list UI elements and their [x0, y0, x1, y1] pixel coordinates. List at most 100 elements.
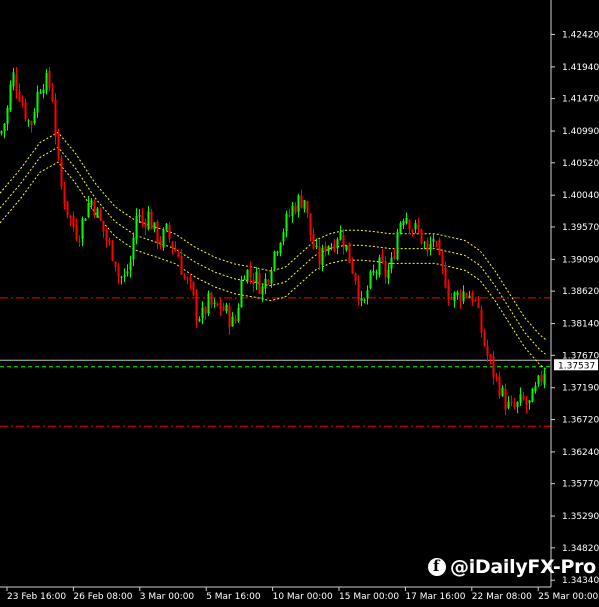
candle-body	[252, 279, 255, 285]
candle-body	[129, 262, 132, 271]
price-chart[interactable]: 1.42420 1.41940 1.41470 1.40990 1.40520 1.400…	[0, 0, 599, 607]
y-tick-label: 1.38620	[562, 287, 599, 297]
candle	[240, 275, 243, 308]
candle	[150, 208, 153, 230]
y-tick-label: 1.39090	[562, 255, 599, 265]
y-tick-label: 1.40520	[562, 159, 599, 169]
candle-body	[345, 245, 348, 251]
x-tick-label: 10 Mar 00:00	[273, 592, 333, 602]
candle-body	[48, 70, 51, 88]
y-tick-label: 1.42420	[562, 30, 599, 40]
candle-body	[261, 286, 264, 295]
candle-body	[174, 248, 177, 252]
candle-body	[81, 218, 84, 240]
y-tick-label: 1.40040	[562, 191, 599, 201]
facebook-icon	[428, 557, 446, 576]
x-tick-label: 5 Mar 16:00	[206, 592, 261, 602]
candle-body	[150, 211, 153, 230]
candle-body	[126, 271, 129, 274]
candle-body	[141, 215, 144, 222]
candle-body	[21, 100, 24, 105]
y-tick-label: 1.37190	[562, 384, 599, 394]
candle-body	[492, 356, 495, 377]
candle-body	[60, 158, 63, 187]
candle-body	[294, 205, 297, 213]
candle-body	[525, 399, 528, 406]
candle-body	[15, 74, 18, 91]
candle-body	[153, 222, 156, 230]
candle	[348, 242, 351, 264]
candle-body	[393, 255, 396, 259]
candle-body	[522, 395, 525, 400]
y-tick-label: 1.38140	[562, 320, 599, 330]
candle-body	[249, 268, 252, 277]
candle-body	[33, 112, 36, 123]
candle-body	[285, 213, 288, 232]
candle-body	[504, 388, 507, 410]
candle-body	[165, 223, 168, 230]
candle-body	[510, 401, 513, 403]
candle	[438, 237, 441, 256]
candle-body	[489, 354, 492, 359]
candle	[396, 228, 399, 261]
candle-body	[507, 401, 510, 409]
candle-body	[108, 239, 111, 243]
candle-body	[372, 270, 375, 273]
candle-body	[360, 298, 363, 301]
candle-body	[441, 256, 444, 267]
candle-body	[321, 247, 324, 265]
candle-body	[342, 234, 345, 248]
candle	[207, 290, 210, 317]
candle-body	[333, 244, 336, 251]
candle-body	[162, 230, 165, 248]
candle	[93, 199, 96, 219]
candle-body	[537, 375, 540, 385]
candle-body	[378, 257, 381, 275]
candle-body	[168, 225, 171, 239]
candle-body	[438, 239, 441, 255]
candle-body	[273, 251, 276, 269]
candle	[192, 281, 195, 297]
candle-body	[177, 252, 180, 258]
candle	[96, 207, 99, 218]
candle-body	[96, 208, 99, 218]
candle-body	[465, 293, 468, 297]
candle-body	[474, 300, 477, 302]
x-tick-label: 3 Mar 00:00	[140, 592, 195, 602]
candle-body	[156, 221, 159, 244]
candle-body	[477, 302, 480, 308]
candle-body	[132, 237, 135, 260]
candle-body	[315, 245, 318, 248]
candle-body	[246, 269, 249, 282]
candle-body	[519, 394, 522, 403]
candle	[378, 254, 381, 278]
candle-body	[381, 254, 384, 263]
y-tick-label: 1.36240	[562, 448, 599, 458]
candle-body	[120, 276, 123, 278]
candle-body	[471, 293, 474, 303]
candle-body	[351, 262, 354, 274]
candle-body	[231, 316, 234, 327]
candle-body	[147, 211, 150, 230]
candle-body	[501, 387, 504, 396]
candle-body	[480, 309, 483, 333]
candle	[531, 387, 534, 403]
candle-body	[417, 225, 420, 230]
candle-body	[384, 261, 387, 278]
candle-body	[429, 243, 432, 250]
candle-body	[423, 242, 426, 244]
y-tick-label: 1.35290	[562, 512, 599, 522]
candle-body	[459, 292, 462, 302]
candle-body	[159, 240, 162, 246]
candle-body	[327, 246, 330, 252]
y-tick-label: 1.34820	[562, 544, 599, 554]
candle-body	[210, 292, 213, 305]
candle-body	[9, 84, 12, 111]
candle-body	[324, 246, 327, 252]
candle-body	[309, 213, 312, 236]
candle-body	[468, 295, 471, 298]
candle-body	[180, 256, 183, 275]
x-tick-label: 23 Feb 16:00	[7, 592, 66, 602]
candle-body	[234, 318, 237, 322]
candle-body	[486, 346, 489, 356]
